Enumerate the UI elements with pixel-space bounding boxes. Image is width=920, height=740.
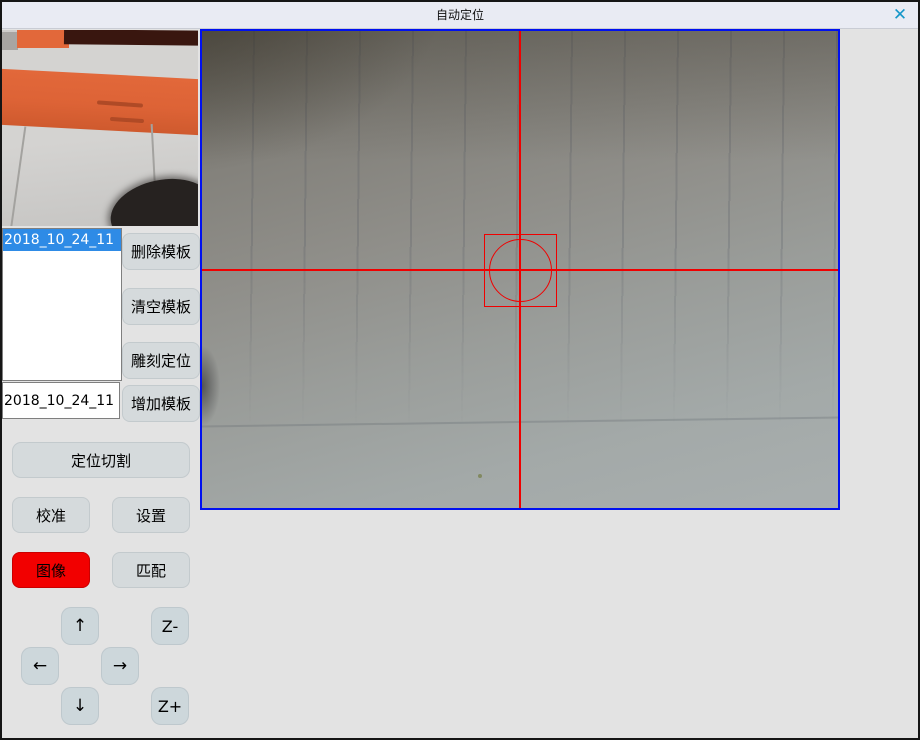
jog-left-button[interactable]: ←: [21, 647, 59, 685]
engrave-locate-button[interactable]: 雕刻定位: [122, 342, 200, 379]
template-list[interactable]: 2018_10_24_11: [2, 228, 122, 381]
dialog-title: 自动定位: [2, 2, 918, 28]
clear-templates-button[interactable]: 清空模板: [122, 288, 200, 325]
image-button[interactable]: 图像: [12, 552, 90, 588]
jog-z-minus-button[interactable]: Z-: [151, 607, 189, 645]
close-icon[interactable]: ✕: [889, 4, 911, 26]
thumbnail-dark-bar: [64, 30, 198, 46]
arrow-left-icon: ←: [33, 658, 47, 675]
thumbnail-dark-object: [104, 170, 198, 226]
thumbnail-gray-block: [2, 30, 18, 50]
add-template-button[interactable]: 增加模板: [122, 385, 200, 422]
camera-speck: [478, 474, 482, 478]
thumbnail-tile-line: [8, 126, 27, 226]
arrow-down-icon: ↓: [73, 698, 87, 715]
target-circle: [489, 239, 552, 302]
delete-template-button[interactable]: 删除模板: [122, 233, 200, 270]
settings-button[interactable]: 设置: [112, 497, 190, 533]
arrow-right-icon: →: [113, 658, 127, 675]
locate-cut-button[interactable]: 定位切割: [12, 442, 190, 478]
auto-locate-dialog: 自动定位 ✕ 2018_10_24_11 删除模板 清空模板 雕刻定位 增加模板…: [0, 0, 920, 740]
match-button[interactable]: 匹配: [112, 552, 190, 588]
template-thumbnail: [2, 30, 198, 226]
thumbnail-orange-block: [17, 30, 69, 48]
jog-up-button[interactable]: ↑: [61, 607, 99, 645]
template-name-input[interactable]: [2, 382, 120, 419]
title-bar: 自动定位 ✕: [2, 2, 918, 29]
calibrate-button[interactable]: 校准: [12, 497, 90, 533]
template-list-item[interactable]: 2018_10_24_11: [3, 229, 121, 251]
jog-down-button[interactable]: ↓: [61, 687, 99, 725]
arrow-up-icon: ↑: [73, 618, 87, 635]
camera-view[interactable]: [200, 29, 840, 510]
jog-z-plus-button[interactable]: Z+: [151, 687, 189, 725]
jog-right-button[interactable]: →: [101, 647, 139, 685]
